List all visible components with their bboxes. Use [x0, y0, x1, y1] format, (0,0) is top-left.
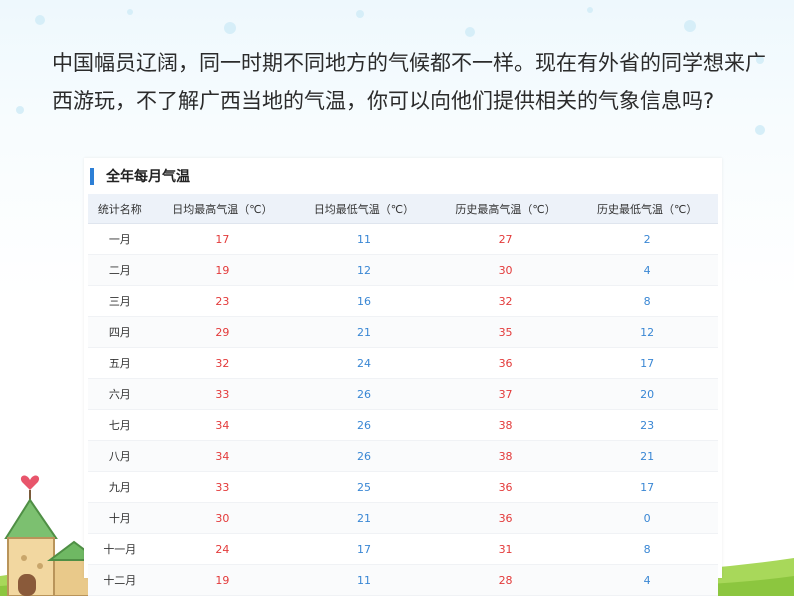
avg-low-cell: 26 [293, 409, 435, 441]
avg-low-cell: 25 [293, 471, 435, 503]
avg-low-cell: 17 [293, 533, 435, 565]
avg-low-cell: 24 [293, 347, 435, 379]
avg-low-cell: 21 [293, 316, 435, 348]
avg-high-cell: 23 [151, 285, 294, 317]
avg-high-cell: 17 [151, 223, 294, 255]
column-header-avg-low: 日均最低气温（℃） [293, 194, 435, 224]
table-row: 八月 34 26 38 21 [88, 440, 718, 472]
temperature-table: 统计名称 日均最高气温（℃） 日均最低气温（℃） 历史最高气温（℃） 历史最低气… [88, 194, 718, 596]
record-high-cell: 37 [434, 378, 577, 410]
heart-icon [20, 475, 40, 490]
avg-high-cell: 32 [151, 347, 294, 379]
avg-low-cell: 16 [293, 285, 435, 317]
title-accent-bar [90, 167, 94, 185]
record-high-cell: 30 [434, 254, 577, 286]
panel-header: 全年每月气温 [84, 158, 722, 194]
record-low-cell: 8 [576, 533, 718, 565]
table-row: 二月 19 12 30 4 [88, 254, 718, 286]
column-header-name: 统计名称 [88, 194, 152, 224]
record-high-cell: 35 [434, 316, 577, 348]
record-high-cell: 32 [434, 285, 577, 317]
avg-high-cell: 30 [151, 502, 294, 534]
record-high-cell: 38 [434, 440, 577, 472]
record-high-cell: 36 [434, 347, 577, 379]
record-low-cell: 21 [576, 440, 718, 472]
table-row: 七月 34 26 38 23 [88, 409, 718, 441]
table-row: 一月 17 11 27 2 [88, 223, 718, 255]
record-low-cell: 17 [576, 347, 718, 379]
month-cell: 四月 [88, 316, 152, 348]
month-cell: 六月 [88, 378, 152, 410]
record-low-cell: 2 [576, 223, 718, 255]
avg-low-cell: 12 [293, 254, 435, 286]
record-high-cell: 38 [434, 409, 577, 441]
avg-low-cell: 11 [293, 223, 435, 255]
column-header-avg-high: 日均最高气温（℃） [151, 194, 294, 224]
month-cell: 七月 [88, 409, 152, 441]
record-low-cell: 4 [576, 254, 718, 286]
record-high-cell: 27 [434, 223, 577, 255]
panel-title: 全年每月气温 [106, 169, 190, 185]
month-cell: 十二月 [88, 564, 152, 596]
table-row: 五月 32 24 36 17 [88, 347, 718, 379]
table-row: 三月 23 16 32 8 [88, 285, 718, 317]
avg-high-cell: 33 [151, 378, 294, 410]
avg-low-cell: 11 [293, 564, 435, 596]
table-row: 十一月 24 17 31 8 [88, 533, 718, 565]
month-cell: 二月 [88, 254, 152, 286]
record-high-cell: 36 [434, 471, 577, 503]
avg-high-cell: 34 [151, 440, 294, 472]
record-low-cell: 20 [576, 378, 718, 410]
avg-high-cell: 24 [151, 533, 294, 565]
avg-high-cell: 34 [151, 409, 294, 441]
record-low-cell: 23 [576, 409, 718, 441]
record-high-cell: 36 [434, 502, 577, 534]
record-high-cell: 28 [434, 564, 577, 596]
month-cell: 一月 [88, 223, 152, 255]
record-low-cell: 12 [576, 316, 718, 348]
month-cell: 八月 [88, 440, 152, 472]
month-cell: 五月 [88, 347, 152, 379]
month-cell: 十一月 [88, 533, 152, 565]
table-header-row: 统计名称 日均最高气温（℃） 日均最低气温（℃） 历史最高气温（℃） 历史最低气… [88, 194, 718, 224]
avg-low-cell: 26 [293, 440, 435, 472]
record-low-cell: 0 [576, 502, 718, 534]
record-low-cell: 4 [576, 564, 718, 596]
table-row: 九月 33 25 36 17 [88, 471, 718, 503]
table-row: 十二月 19 11 28 4 [88, 564, 718, 596]
table-row: 十月 30 21 36 0 [88, 502, 718, 534]
intro-paragraph: 中国幅员辽阔，同一时期不同地方的气候都不一样。现在有外省的同学想来广西游玩，不了… [52, 51, 766, 113]
table-row: 六月 33 26 37 20 [88, 378, 718, 410]
record-low-cell: 17 [576, 471, 718, 503]
month-cell: 十月 [88, 502, 152, 534]
column-header-record-low: 历史最低气温（℃） [576, 194, 718, 224]
avg-high-cell: 19 [151, 564, 294, 596]
month-cell: 九月 [88, 471, 152, 503]
column-header-record-high: 历史最高气温（℃） [434, 194, 577, 224]
record-high-cell: 31 [434, 533, 577, 565]
avg-low-cell: 21 [293, 502, 435, 534]
avg-high-cell: 19 [151, 254, 294, 286]
avg-high-cell: 33 [151, 471, 294, 503]
month-cell: 三月 [88, 285, 152, 317]
record-low-cell: 8 [576, 285, 718, 317]
temperature-panel: 全年每月气温 统计名称 日均最高气温（℃） 日均最低气温（℃） 历史最高气温（℃… [84, 158, 722, 596]
avg-high-cell: 29 [151, 316, 294, 348]
table-row: 四月 29 21 35 12 [88, 316, 718, 348]
avg-low-cell: 26 [293, 378, 435, 410]
